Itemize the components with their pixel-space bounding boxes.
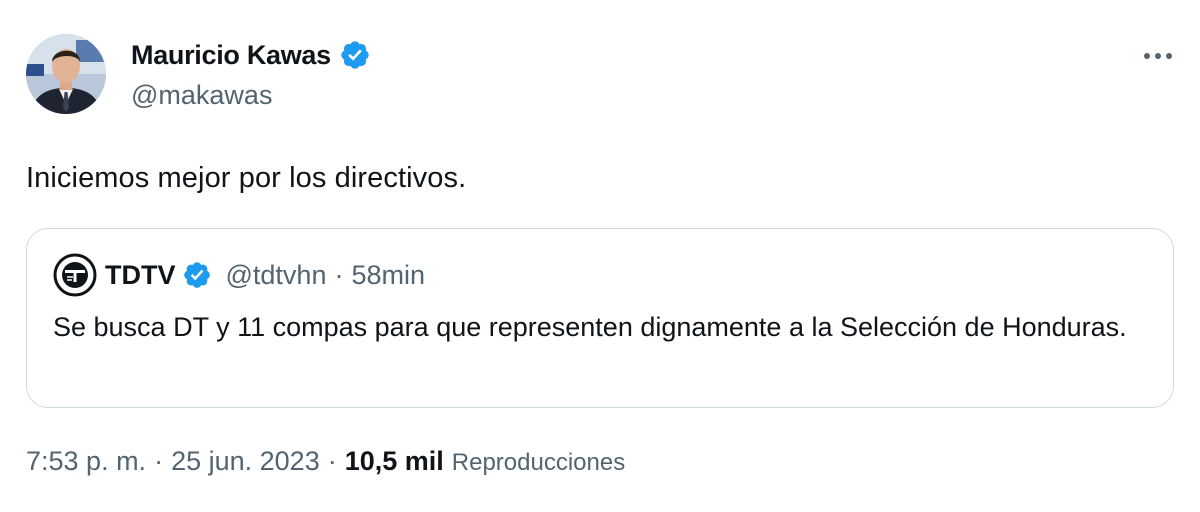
quoted-separator: ·: [334, 259, 344, 290]
quoted-display-name[interactable]: TDTV: [105, 260, 176, 291]
quoted-verified-badge-icon: [182, 260, 212, 290]
tweet-text: Iniciemos mejor por los directivos.: [26, 162, 467, 194]
verified-badge-icon: [339, 39, 371, 71]
meta-separator: ·: [154, 446, 164, 476]
quoted-tweet-header: TDTV @tdtvhn · 58min: [53, 253, 425, 297]
author-avatar[interactable]: [26, 34, 106, 114]
ellipsis-icon[interactable]: [1141, 42, 1175, 70]
tweet-time[interactable]: 7:53 p. m.: [26, 446, 146, 477]
author-display-name[interactable]: Mauricio Kawas: [131, 40, 331, 71]
author-name-row: Mauricio Kawas: [131, 38, 371, 72]
tdtv-logo-icon: [53, 253, 97, 297]
views-count: 10,5 mil: [344, 446, 444, 476]
quoted-handle[interactable]: @tdtvhn: [226, 260, 327, 291]
quoted-tweet[interactable]: TDTV @tdtvhn · 58min Se busca DT y 11 co…: [26, 228, 1174, 408]
tweet-card: Mauricio Kawas @makawas Iniciemos mejor …: [0, 0, 1200, 512]
profile-photo: [26, 34, 106, 114]
tweet-date[interactable]: 25 jun. 2023: [171, 446, 320, 477]
quoted-tweet-text: Se busca DT y 11 compas para que represe…: [53, 312, 1127, 342]
views-label: Reproducciones: [451, 449, 626, 476]
meta-separator-2: ·: [327, 446, 337, 476]
author-handle[interactable]: @makawas: [131, 80, 272, 111]
tweet-meta: 7:53 p. m. · 25 jun. 2023 · 10,5 mil Rep…: [26, 446, 625, 477]
quoted-time[interactable]: 58min: [351, 260, 425, 291]
